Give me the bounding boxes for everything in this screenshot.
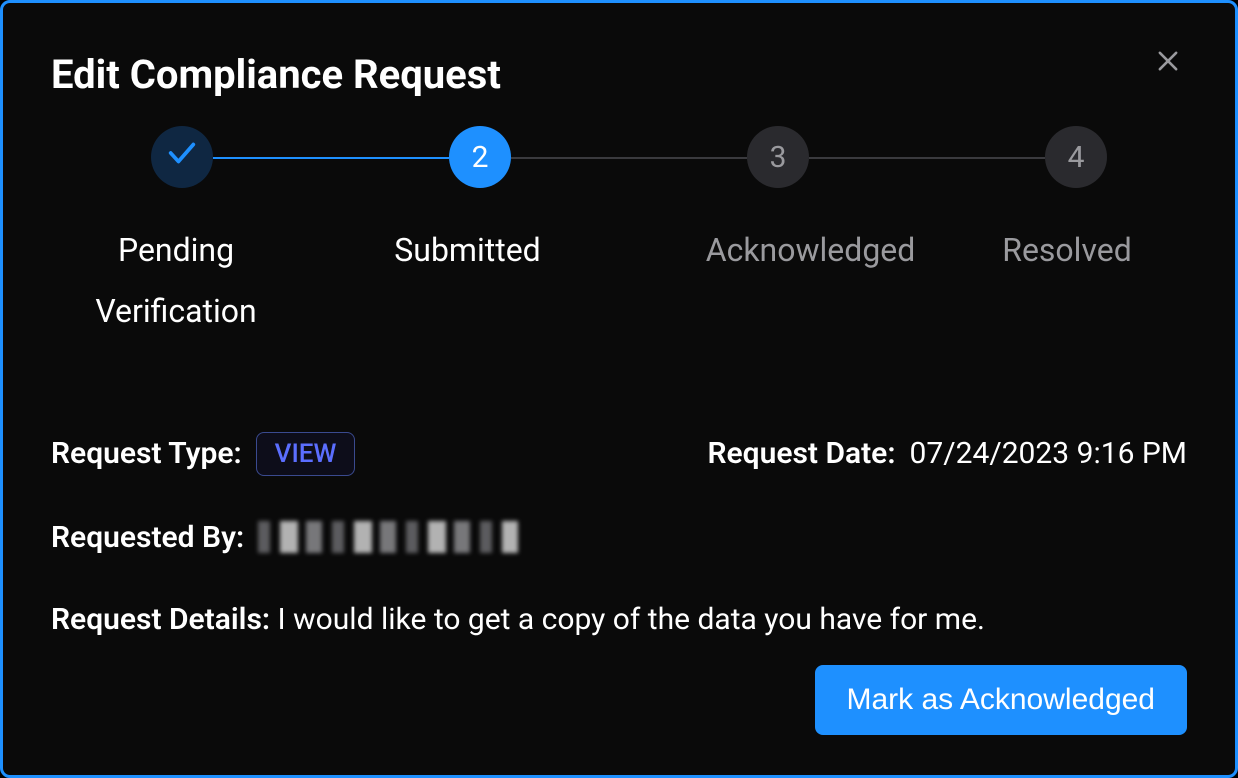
close-button[interactable] [1149,43,1187,81]
step-1-label: Pending Verification [71,220,281,342]
step-2-label: Submitted [281,220,644,342]
edit-compliance-modal: Edit Compliance Request 2 3 4 Pending Ve… [0,0,1238,778]
step-2-circle: 2 [449,126,511,188]
request-date-field: Request Date: 07/24/2023 9:16 PM [707,436,1187,471]
step-1-circle [151,126,213,188]
request-details-value: I would like to get a copy of the data y… [278,602,985,637]
mark-acknowledged-button[interactable]: Mark as Acknowledged [815,665,1188,735]
step-3-label: Acknowledged [644,220,967,342]
connector-3-4 [809,157,1045,159]
request-details-field: Request Details: I would like to get a c… [51,599,1187,641]
close-icon [1154,47,1182,78]
step-4-label: Resolved [967,220,1167,342]
connector-1-2 [213,157,449,159]
requested-by-redacted [258,521,518,553]
request-date-value: 07/24/2023 9:16 PM [910,436,1188,471]
requested-by-label: Requested By: [51,520,244,555]
modal-title: Edit Compliance Request [51,51,1187,98]
step-4-circle: 4 [1045,126,1107,188]
request-type-tag: VIEW [256,432,356,476]
request-date-label: Request Date: [707,436,895,471]
request-type-label: Request Type: [51,436,242,471]
connector-2-3 [511,157,747,159]
request-type-field: Request Type: VIEW [51,432,355,476]
check-icon [165,136,199,178]
modal-footer: Mark as Acknowledged [815,665,1188,735]
stepper: 2 3 4 [151,126,1107,188]
request-details-label: Request Details: [51,602,270,637]
step-3-circle: 3 [747,126,809,188]
stepper-labels: Pending Verification Submitted Acknowled… [71,220,1167,342]
request-details-section: Request Type: VIEW Request Date: 07/24/2… [51,432,1187,641]
